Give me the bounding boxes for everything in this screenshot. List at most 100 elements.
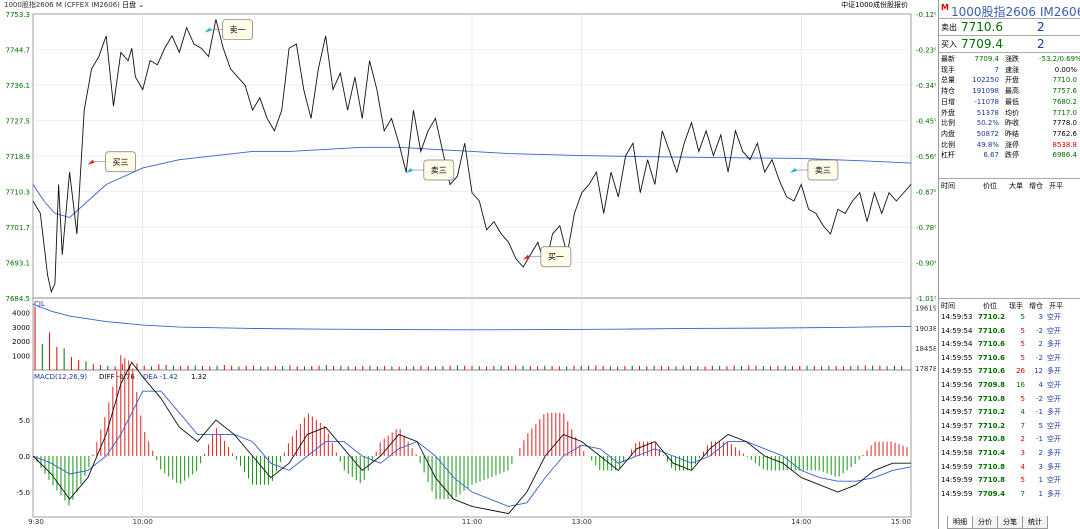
trade-cell: 7710.6 xyxy=(978,367,1006,376)
market-marker: M xyxy=(941,3,949,12)
macd-legend: MACD(12,26,9) xyxy=(34,373,87,381)
stat-row: 总量 102250 开盘 7710.0 xyxy=(941,75,1079,86)
trade-cell: 空开 xyxy=(1047,313,1061,321)
trade-cell: 4 xyxy=(1038,381,1043,389)
time-tick-label: 9:30 xyxy=(28,518,44,526)
stat-value: 7709.4 xyxy=(974,55,1000,63)
price-tick-label: 7736.1 xyxy=(6,82,31,90)
trade-cell: 3 xyxy=(1038,313,1043,321)
trade-cell: 3 xyxy=(1020,449,1025,457)
trade-cell: 7710.6 xyxy=(978,340,1006,349)
time-tick-label: 10:00 xyxy=(133,518,153,526)
detail-tabs: 明细 分价 分笔 统计 xyxy=(947,516,1048,529)
price-tick-label: 7710.3 xyxy=(6,189,31,197)
bid-row: 买入 7709.4 2 xyxy=(941,37,1045,51)
trade-cell: 14:59:55 xyxy=(941,353,973,362)
trade-cell: 5 xyxy=(1020,476,1025,485)
time-tick-label: 13:00 xyxy=(572,518,592,526)
stat-value: 6986.4 xyxy=(1052,151,1078,160)
annotation-label: 卖三 xyxy=(431,166,447,175)
trade-cell: 5 xyxy=(1020,313,1025,321)
annotation-label: 卖三 xyxy=(815,166,831,175)
trade-cell: 2 xyxy=(1020,435,1025,444)
tab-1[interactable]: 分价 xyxy=(972,516,998,529)
trade-cell: 7709.8 xyxy=(978,381,1006,389)
trade-cell: 7710.6 xyxy=(978,326,1006,335)
stat-row: 日增 -11078 最低 7680.2 xyxy=(941,97,1079,108)
stat-row: 比例 49.8% 涨停 8538.8 xyxy=(941,140,1079,151)
oi-tick-label: 190389 xyxy=(915,325,936,333)
stat-row: 现手 7 速涨 0.00% xyxy=(941,65,1079,76)
stat-row: 杠杆 6.67 跌停 6986.4 xyxy=(941,150,1079,161)
oi-tick-label: 184588 xyxy=(915,345,936,353)
trade-row: 14:59:58 7710.4 3 2 多开 xyxy=(941,447,1077,461)
stat-value: 7717.0 xyxy=(1052,108,1078,117)
trade-cell: 空开 xyxy=(1047,421,1061,430)
pct-tick-label: -0.23% xyxy=(916,47,936,55)
trade-row: 14:59:53 7710.2 5 3 空开 xyxy=(941,311,1077,325)
stat-row: 最新 7709.4 涨跌 -53.2/0.69% xyxy=(941,54,1080,65)
stat-label: 内盘 xyxy=(941,129,955,138)
trade-cell: 7710.2 xyxy=(978,408,1006,417)
macd-tick-label: 0.0 xyxy=(19,453,30,461)
volume-tick-label: 3000 xyxy=(12,324,30,332)
stat-value: -53.2/0.69% xyxy=(1039,55,1080,63)
trade-cell: 14:59:59 xyxy=(941,462,973,471)
pct-tick-label: -0.34% xyxy=(916,82,936,90)
trade-cell: 14:59:57 xyxy=(941,421,973,430)
time-tick-label: 15:00 xyxy=(891,518,911,526)
trade-cell: 空开 xyxy=(1047,326,1061,335)
price-tick-label: 7718.9 xyxy=(6,153,31,161)
ask-row: 卖出 7710.6 2 xyxy=(941,20,1045,34)
stat-value: 7778.0 xyxy=(1052,119,1078,128)
macd-dea-label: DEA -1.42 xyxy=(143,373,178,381)
price-tick-label: 7727.5 xyxy=(6,118,31,126)
tab-2[interactable]: 分笔 xyxy=(997,516,1023,529)
trade-cell: 14:59:58 xyxy=(941,449,973,457)
column-header: 价位 xyxy=(983,302,997,310)
trade-cell: 12 xyxy=(1034,367,1043,376)
annotation-label: 卖一 xyxy=(230,26,246,35)
stat-row: 持仓 191098 最高 7757.6 xyxy=(941,86,1079,97)
column-header: 开平 xyxy=(1049,182,1063,190)
column-header: 时间 xyxy=(941,182,955,190)
stat-value: 50872 xyxy=(976,129,999,138)
stat-label: 开盘 xyxy=(1005,76,1019,85)
trade-row: 14:59:54 7710.6 5 2 多开 xyxy=(941,338,1077,352)
tab-0[interactable]: 明细 xyxy=(947,516,973,529)
stat-row: 比例 50.2% 昨收 7778.0 xyxy=(941,118,1079,129)
trade-cell: 7710.2 xyxy=(978,421,1006,430)
stat-value: 7762.6 xyxy=(1052,129,1078,138)
stat-value: 0.00% xyxy=(1054,65,1077,74)
stat-label: 总量 xyxy=(941,76,955,85)
price-tick-label: 7701.7 xyxy=(6,224,31,232)
trade-cell: 7709.4 xyxy=(978,489,1006,498)
stat-label: 持仓 xyxy=(941,87,955,96)
trade-cell: 14:59:54 xyxy=(941,326,973,335)
stat-value: 7680.2 xyxy=(1052,97,1078,106)
trade-cell: 多开 xyxy=(1047,340,1061,349)
trade-row: 14:59:59 7709.4 7 1 多开 xyxy=(941,488,1077,502)
trade-cell: 空开 xyxy=(1047,353,1061,362)
trade-row: 14:59:56 7710.8 5 -2 空开 xyxy=(941,393,1077,407)
trade-cell: 7710.2 xyxy=(978,313,1006,321)
stat-label: 涨跌 xyxy=(1005,55,1019,63)
intraday-chart[interactable]: 7753.3 -0.12% 7744.7 -0.23% 7736.1 -0.34% 7727… xyxy=(0,0,937,529)
tab-3[interactable]: 统计 xyxy=(1022,516,1048,529)
stat-value: -11078 xyxy=(974,97,999,106)
trade-cell: 多开 xyxy=(1047,449,1061,457)
trade-cell: -2 xyxy=(1036,353,1043,362)
trade-cell: 空开 xyxy=(1047,476,1061,485)
volume-tick-label: 2000 xyxy=(12,338,30,346)
trade-cell: 5 xyxy=(1038,421,1043,430)
trade-cell: 3 xyxy=(1038,462,1043,471)
stat-label: 均价 xyxy=(1005,108,1019,117)
pct-tick-label: -0.78% xyxy=(916,224,936,232)
trade-row: 14:59:58 7710.8 2 -1 空开 xyxy=(941,433,1077,447)
stat-label: 日增 xyxy=(941,97,955,106)
trade-row: 14:59:56 7709.8 16 4 空开 xyxy=(941,379,1077,393)
trade-cell: 7710.6 xyxy=(978,353,1006,362)
price-tick-label: 7684.5 xyxy=(6,295,31,303)
column-header: 现手 xyxy=(1009,302,1023,310)
stat-value: 7757.6 xyxy=(1052,87,1078,96)
